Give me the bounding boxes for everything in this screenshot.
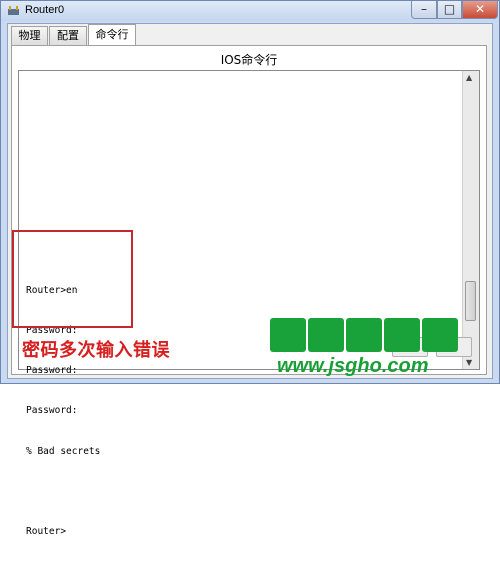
scroll-up-icon[interactable]: ▲: [466, 73, 472, 82]
console-line: Password:: [26, 365, 78, 377]
watermark-logo: [270, 318, 460, 352]
console-line: % Bad secrets: [26, 445, 101, 457]
maximize-button[interactable]: □: [437, 1, 462, 19]
tab-cli[interactable]: 命令行: [88, 24, 136, 46]
scroll-down-icon[interactable]: ▼: [466, 358, 472, 367]
tab-physical[interactable]: 物理: [11, 26, 48, 45]
console-line: Router>: [26, 526, 67, 538]
error-highlight-box: [12, 230, 133, 328]
console-scrollbar[interactable]: ▲ ▼: [462, 71, 479, 369]
watermark-url: www.jsgho.com: [277, 355, 429, 377]
annotation-text: 密码多次输入错误: [22, 340, 170, 361]
console-line: Password:: [26, 405, 78, 417]
router-app-icon: [8, 6, 19, 15]
tab-config[interactable]: 配置: [49, 26, 87, 45]
minimize-button[interactable]: –: [411, 1, 437, 19]
panel-title: IOS命令行: [220, 53, 278, 67]
window-title: Router0: [25, 4, 65, 16]
close-button[interactable]: ✕: [462, 1, 498, 19]
scrollbar-thumb[interactable]: [465, 281, 476, 321]
title-bar[interactable]: Router0 – □ ✕: [1, 1, 499, 21]
